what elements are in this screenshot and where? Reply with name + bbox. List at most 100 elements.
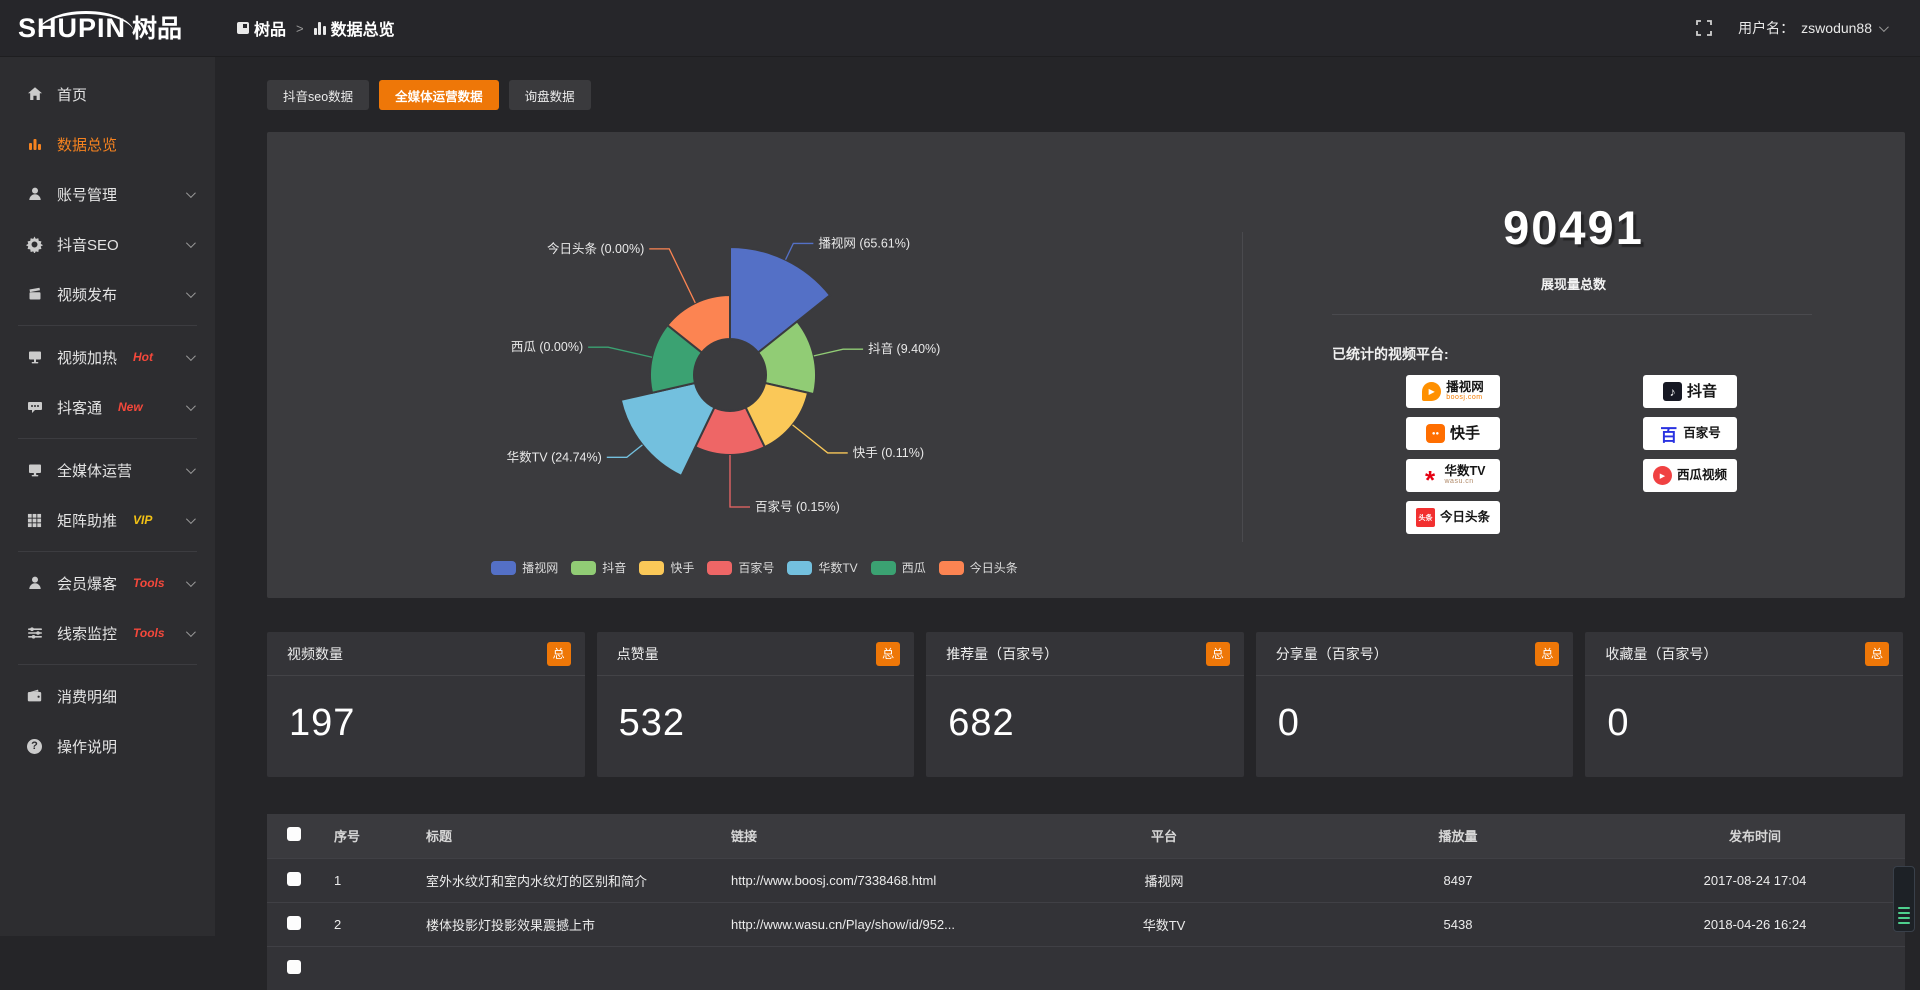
breadcrumb-home[interactable]: 树品 <box>237 16 286 40</box>
sidebar-item-matrix-boost[interactable]: 矩阵助推 VIP <box>0 495 215 545</box>
legend-swatch <box>787 561 812 575</box>
platform-badges-right: ♪ 抖音 百 百家号 ▶ 西瓜视频 <box>1643 375 1737 492</box>
chevron-down-icon <box>186 188 196 198</box>
user-menu[interactable]: 用户名：zswodun88 <box>1738 18 1886 38</box>
sidebar: 首页 数据总览 账号管理 抖音SEO 视频发布 视频加热 Hot 抖客通 New… <box>0 57 215 936</box>
video-url-link[interactable]: http://www.wasu.cn/Play/show/id/952... <box>717 902 1017 946</box>
sidebar-item-accounts[interactable]: 账号管理 <box>0 169 215 219</box>
rose-chart[interactable]: 播视网 (65.61%)抖音 (9.40%)快手 (0.11%)百家号 (0.1… <box>267 132 1242 598</box>
chevron-down-icon <box>186 401 196 411</box>
platforms-label: 已统计的视频平台: <box>1332 344 1449 364</box>
legend-item-抖音[interactable]: 抖音 <box>571 559 626 576</box>
publish-time-cell: 2017-08-24 17:04 <box>1605 858 1905 902</box>
video-title-link[interactable]: 室外水纹灯和室内水纹灯的区别和简介 <box>412 858 717 902</box>
user-icon <box>26 575 43 592</box>
app-icon <box>237 22 249 34</box>
row-checkbox[interactable] <box>287 916 301 930</box>
row-index: 2 <box>320 902 412 946</box>
chevron-down-icon <box>186 577 196 587</box>
sidebar-item-lead-monitor[interactable]: 线索监控 Tools <box>0 608 215 658</box>
legend-swatch <box>491 561 516 575</box>
pie-slice-华数TV[interactable] <box>621 383 715 476</box>
select-all-checkbox[interactable] <box>287 827 301 841</box>
legend-swatch <box>571 561 596 575</box>
tab-omnimedia[interactable]: 全媒体运营数据 <box>379 80 499 110</box>
stat-card-likes: 点赞量总 532 <box>597 632 915 777</box>
table-row: 1 室外水纹灯和室内水纹灯的区别和简介 http://www.boosj.com… <box>267 858 1905 902</box>
row-checkbox[interactable] <box>287 960 301 974</box>
chevron-down-icon <box>186 514 196 524</box>
sidebar-item-instructions[interactable]: ? 操作说明 <box>0 721 215 771</box>
table-header-row: 序号 标题 链接 平台 播放量 发布时间 <box>267 814 1905 858</box>
tools-badge: Tools <box>133 576 165 590</box>
wallet-icon <box>26 688 43 705</box>
sidebar-item-member-baoke[interactable]: 会员爆客 Tools <box>0 558 215 608</box>
toutiao-logo-icon: 头条 <box>1416 508 1435 527</box>
legend-label: 百家号 <box>738 559 774 576</box>
legend-item-播视网[interactable]: 播视网 <box>491 559 558 576</box>
platform-badge-baijiahao: 百 百家号 <box>1643 417 1737 450</box>
publish-time-cell: 2018-04-26 16:24 <box>1605 902 1905 946</box>
sidebar-divider <box>18 551 197 552</box>
breadcrumb-current[interactable]: 数据总览 <box>314 16 395 40</box>
row-checkbox[interactable] <box>287 872 301 886</box>
chevron-down-icon <box>186 627 196 637</box>
legend-label: 快手 <box>670 559 694 576</box>
clapperboard-icon <box>26 286 43 303</box>
tab-douyin-seo[interactable]: 抖音seo数据 <box>267 80 369 110</box>
new-badge: New <box>118 400 143 414</box>
tab-inquiry[interactable]: 询盘数据 <box>509 80 591 110</box>
label-line <box>588 347 652 357</box>
floating-widget[interactable] <box>1893 866 1915 932</box>
bar-chart-icon <box>314 22 326 35</box>
legend-item-快手[interactable]: 快手 <box>639 559 694 576</box>
stat-value: 0 <box>1585 676 1903 745</box>
sidebar-item-video-publish[interactable]: 视频发布 <box>0 269 215 319</box>
label-line <box>649 249 695 303</box>
sidebar-divider <box>18 438 197 439</box>
label-line <box>607 445 643 457</box>
sidebar-item-home[interactable]: 首页 <box>0 69 215 119</box>
username: zswodun88 <box>1801 20 1872 36</box>
legend-label: 华数TV <box>818 559 857 576</box>
sidebar-item-omnimedia[interactable]: 全媒体运营 <box>0 445 215 495</box>
main-content: 抖音seo数据 全媒体运营数据 询盘数据 播视网 (65.61%)抖音 (9.4… <box>215 57 1920 936</box>
kuaishou-logo-icon: ●● <box>1426 424 1445 443</box>
breadcrumb-separator: > <box>296 21 304 36</box>
table-row: 2 楼体投影灯投影效果震撼上市 http://www.wasu.cn/Play/… <box>267 902 1905 946</box>
baijiahao-logo-icon: 百 <box>1659 424 1678 443</box>
monitor-icon <box>26 462 43 479</box>
video-url-link[interactable]: http://www.boosj.com/7338468.html <box>717 858 1017 902</box>
legend-item-今日头条[interactable]: 今日头条 <box>939 559 1018 576</box>
sidebar-item-douyin-seo[interactable]: 抖音SEO <box>0 219 215 269</box>
legend-label: 今日头条 <box>970 559 1018 576</box>
top-header: SHUPIN 树品 树品 > 数据总览 用户名：zswodun88 <box>0 0 1920 57</box>
boosj-logo-icon: ▶ <box>1422 382 1441 401</box>
video-title-link[interactable]: 楼体投影灯投影效果震撼上市 <box>412 902 717 946</box>
sidebar-item-data-overview[interactable]: 数据总览 <box>0 119 215 169</box>
platform-cell: 播视网 <box>1017 858 1311 902</box>
hot-badge: Hot <box>133 350 153 364</box>
brand-logo: SHUPIN 树品 <box>0 15 215 42</box>
chart-legend: 播视网 抖音 快手 百家号 华数TV 西瓜 今日头条 <box>267 559 1242 576</box>
fullscreen-icon[interactable] <box>1696 20 1712 36</box>
stat-card-shares: 分享量（百家号）总 0 <box>1256 632 1574 777</box>
sidebar-item-spend-details[interactable]: 消费明细 <box>0 671 215 721</box>
legend-label: 西瓜 <box>902 559 926 576</box>
logo-text-cn: 树品 <box>132 17 182 42</box>
sidebar-item-video-heat[interactable]: 视频加热 Hot <box>0 332 215 382</box>
legend-label: 播视网 <box>522 559 558 576</box>
impressions-total: 90491 <box>1242 200 1905 255</box>
user-icon <box>26 186 43 203</box>
breadcrumb: 树品 > 数据总览 <box>237 16 395 40</box>
stat-value: 0 <box>1256 676 1574 745</box>
legend-item-百家号[interactable]: 百家号 <box>707 559 774 576</box>
legend-item-华数TV[interactable]: 华数TV <box>787 559 857 576</box>
impressions-total-label: 展现量总数 <box>1242 274 1905 293</box>
sidebar-item-doketong[interactable]: 抖客通 New <box>0 382 215 432</box>
platform-badge-xigua: ▶ 西瓜视频 <box>1643 459 1737 492</box>
legend-label: 抖音 <box>602 559 626 576</box>
legend-swatch <box>939 561 964 575</box>
legend-item-西瓜[interactable]: 西瓜 <box>871 559 926 576</box>
stat-card-recommends: 推荐量（百家号）总 682 <box>926 632 1244 777</box>
